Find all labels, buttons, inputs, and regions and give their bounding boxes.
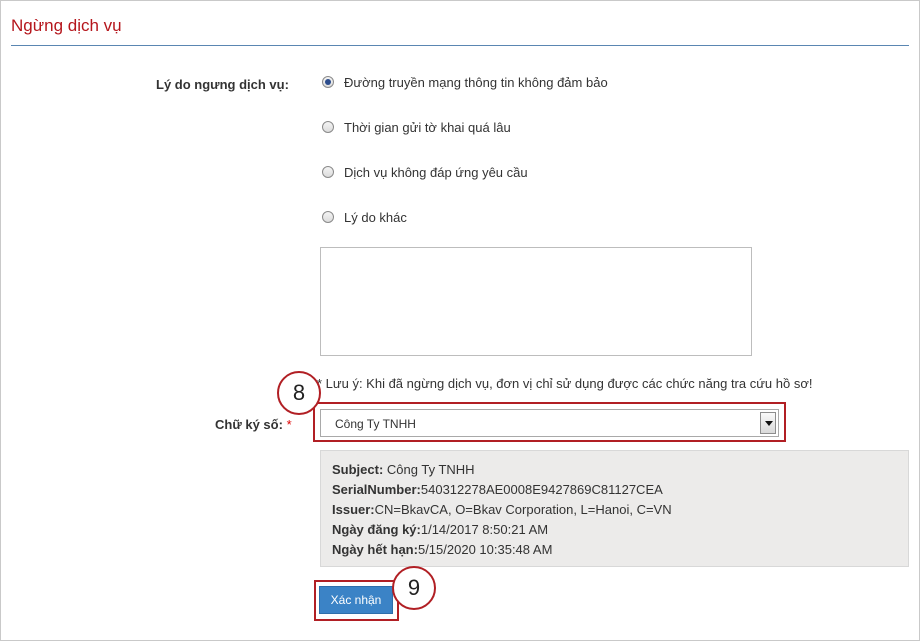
cert-expiry-value: 5/15/2020 10:35:48 AM [417, 542, 553, 557]
reason-option-label: Thời gian gửi tờ khai quá lâu [344, 119, 511, 135]
cert-issuer: Issuer:CN=BkavCA, O=Bkav Corporation, L=… [332, 502, 672, 517]
cert-expiry-label: Ngày hết hạn: [332, 542, 418, 557]
radio-unchecked-icon[interactable] [322, 211, 334, 223]
reason-option-label: Đường truyền mạng thông tin không đảm bả… [344, 74, 608, 90]
reason-option-unmet[interactable]: Dịch vụ không đáp ứng yêu cầu [322, 164, 528, 180]
cert-subject: Subject: Công Ty TNHH [332, 462, 475, 477]
cert-serial-value: 540312278AE0008E9427869C81127CEA [420, 482, 663, 497]
reason-option-slow[interactable]: Thời gian gửi tờ khai quá lâu [322, 119, 511, 135]
cert-subject-value: Công Ty TNHH [383, 462, 475, 477]
title-divider [11, 45, 909, 46]
step-9-callout: 9 [392, 566, 436, 610]
step-9-highlight [314, 580, 399, 621]
signature-label: Chữ ký số: [215, 417, 283, 432]
other-reason-textarea[interactable] [320, 247, 752, 356]
cert-expiry: Ngày hết hạn:5/15/2020 10:35:48 AM [332, 542, 552, 557]
step-8-highlight [313, 402, 786, 442]
reason-option-label: Lý do khác [344, 209, 407, 225]
service-stop-note: * Lưu ý: Khi đã ngừng dịch vụ, đơn vị ch… [317, 376, 813, 391]
signature-label-group: Chữ ký số: * [215, 417, 292, 432]
page-title: Ngừng dịch vụ [11, 16, 122, 35]
radio-unchecked-icon[interactable] [322, 121, 334, 133]
radio-checked-icon[interactable] [322, 76, 334, 88]
required-marker: * [286, 417, 292, 432]
cert-subject-label: Subject: [332, 462, 384, 477]
reason-option-network[interactable]: Đường truyền mạng thông tin không đảm bả… [322, 74, 608, 90]
cert-registered-value: 1/14/2017 8:50:21 AM [420, 522, 549, 537]
cert-serial-label: SerialNumber: [332, 482, 421, 497]
cert-issuer-label: Issuer: [332, 502, 375, 517]
cert-registered: Ngày đăng ký:1/14/2017 8:50:21 AM [332, 522, 548, 537]
reason-option-other[interactable]: Lý do khác [322, 209, 407, 225]
step-8-callout: 8 [277, 371, 321, 415]
cert-registered-label: Ngày đăng ký: [332, 522, 421, 537]
reason-option-label: Dịch vụ không đáp ứng yêu cầu [344, 164, 528, 180]
reason-label: Lý do ngưng dịch vụ: [156, 77, 289, 92]
cert-serial: SerialNumber:540312278AE0008E9427869C811… [332, 482, 663, 497]
radio-unchecked-icon[interactable] [322, 166, 334, 178]
certificate-panel: Subject: Công Ty TNHH SerialNumber:54031… [320, 450, 909, 567]
cert-issuer-value: CN=BkavCA, O=Bkav Corporation, L=Hanoi, … [374, 502, 672, 517]
